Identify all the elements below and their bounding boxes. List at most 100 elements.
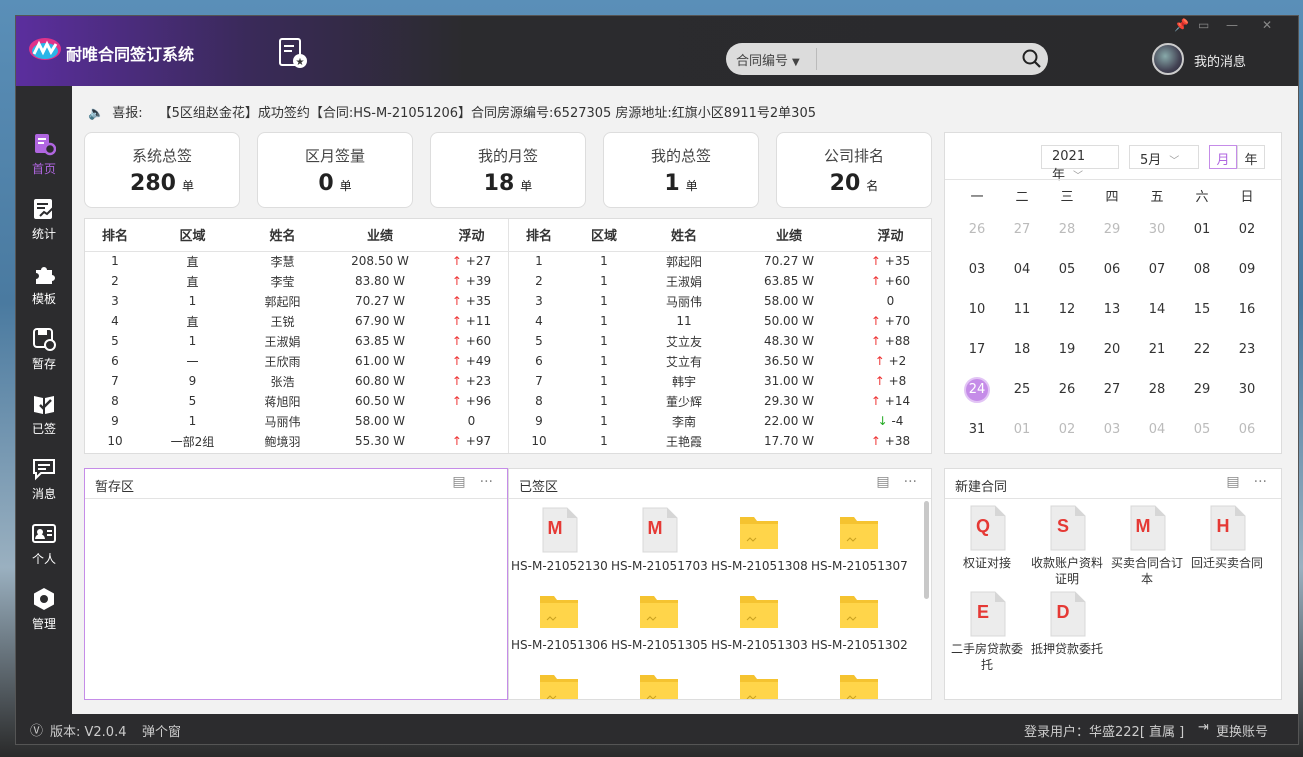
search-icon[interactable] (1022, 49, 1042, 69)
calendar-day[interactable]: 30 (1227, 377, 1267, 403)
table-row[interactable]: 6 1 艾立有 36.50 W ↑ +2 (509, 351, 932, 371)
search-input[interactable] (824, 47, 1014, 71)
grid-view-icon[interactable]: ▤ (1226, 474, 1239, 490)
table-row[interactable]: 10 1 王艳霞 17.70 W ↑ +38 (509, 431, 932, 451)
signed-file-item[interactable]: HS-M-21051307 (811, 507, 908, 573)
calendar-day[interactable]: 28 (1137, 377, 1177, 403)
table-row[interactable]: 10 一部2组 鲍境羽 55.30 W ↑ +97 (85, 431, 508, 451)
year-select[interactable]: 2021年 ﹀ (1041, 145, 1119, 183)
calendar-day[interactable]: 30 (1137, 217, 1177, 243)
search-type-dropdown[interactable]: 合同编号 ▼ (736, 50, 800, 69)
more-icon[interactable]: ··· (904, 474, 917, 490)
table-row[interactable]: 2 1 王淑娟 63.85 W ↑ +60 (509, 271, 932, 291)
sidebar-item-home[interactable]: 首页 (16, 128, 72, 188)
calendar-day[interactable]: 06 (1092, 257, 1132, 283)
sidebar-item-signed[interactable]: 已签 (16, 388, 72, 448)
calendar-day[interactable]: 17 (957, 337, 997, 363)
table-row[interactable]: 8 5 蒋旭阳 60.50 W ↑ +96 (85, 391, 508, 411)
more-icon[interactable]: ··· (1254, 474, 1267, 490)
calendar-day[interactable]: 13 (1092, 297, 1132, 323)
skin-icon[interactable]: ▭ (1198, 18, 1209, 32)
column-header[interactable]: 浮动 (849, 219, 932, 252)
calendar-day[interactable]: 01 (1182, 217, 1222, 243)
calendar-day[interactable]: 18 (1002, 337, 1042, 363)
new-contract-template[interactable]: H 回迁买卖合同 (1187, 505, 1267, 571)
signed-file-item[interactable]: HS-M-21051302 (811, 586, 908, 652)
sidebar-item-personal[interactable]: 个人 (16, 518, 72, 578)
table-row[interactable]: 5 1 艾立友 48.30 W ↑ +88 (509, 331, 932, 351)
table-row[interactable]: 7 9 张浩 60.80 W ↑ +23 (85, 371, 508, 391)
calendar-day[interactable]: 31 (957, 417, 997, 443)
calendar-day[interactable]: 21 (1137, 337, 1177, 363)
column-header[interactable]: 业绩 (325, 219, 435, 252)
more-icon[interactable]: ··· (480, 474, 493, 490)
sidebar-item-templates[interactable]: 模板 (16, 258, 72, 318)
table-row[interactable]: 6 一 王欣雨 61.00 W ↑ +49 (85, 351, 508, 371)
signed-file-item[interactable]: HS-M-21051305 (611, 586, 708, 652)
calendar-day[interactable]: 20 (1092, 337, 1132, 363)
calendar-day[interactable]: 12 (1047, 297, 1087, 323)
table-row[interactable]: 9 1 李南 22.00 W ↓ -4 (509, 411, 932, 431)
calendar-day[interactable]: 23 (1227, 337, 1267, 363)
signed-file-item[interactable]: HS-M-21051303 (711, 586, 808, 652)
signed-file-item[interactable]: HS-M-21051308 (711, 507, 808, 573)
calendar-day[interactable]: 03 (957, 257, 997, 283)
calendar-day[interactable]: 29 (1182, 377, 1222, 403)
calendar-day-today[interactable]: 24 (957, 377, 997, 403)
table-row[interactable]: 1 直 李慧 208.50 W ↑ +27 (85, 251, 508, 271)
table-row[interactable]: 3 1 郭起阳 70.27 W ↑ +35 (85, 291, 508, 311)
sidebar-item-messages[interactable]: 消息 (16, 453, 72, 513)
signed-file-item[interactable]: HS-M-21051306 (511, 586, 608, 652)
sidebar-item-admin[interactable]: 管理 (16, 583, 72, 643)
signed-file-item[interactable] (711, 665, 807, 699)
column-header[interactable]: 排名 (85, 219, 145, 252)
signed-file-item[interactable] (811, 665, 907, 699)
calendar-day[interactable]: 02 (1047, 417, 1087, 443)
minimize-icon[interactable]: — (1226, 18, 1238, 32)
calendar-day[interactable]: 25 (1002, 377, 1042, 403)
calendar-day[interactable]: 03 (1092, 417, 1132, 443)
pin-icon[interactable]: 📌 (1174, 18, 1189, 32)
calendar-day[interactable]: 27 (1092, 377, 1132, 403)
column-header[interactable]: 区域 (145, 219, 240, 252)
table-row[interactable]: 5 1 王淑娟 63.85 W ↑ +60 (85, 331, 508, 351)
calendar-day[interactable]: 29 (1092, 217, 1132, 243)
table-row[interactable]: 7 1 韩宇 31.00 W ↑ +8 (509, 371, 932, 391)
calendar-day[interactable]: 04 (1002, 257, 1042, 283)
new-contract-template[interactable]: E 二手房贷款委托 (947, 591, 1027, 673)
mode-year-button[interactable]: 年 (1237, 145, 1265, 169)
calendar-day[interactable]: 19 (1047, 337, 1087, 363)
calendar-day[interactable]: 22 (1182, 337, 1222, 363)
sidebar-item-stats[interactable]: 统计 (16, 193, 72, 253)
calendar-day[interactable]: 16 (1227, 297, 1267, 323)
column-header[interactable]: 姓名 (639, 219, 729, 252)
column-header[interactable]: 姓名 (240, 219, 325, 252)
calendar-day[interactable]: 01 (1002, 417, 1042, 443)
column-header[interactable]: 浮动 (435, 219, 508, 252)
signed-file-item[interactable]: M HS-M-21051703 (611, 507, 708, 573)
calendar-day[interactable]: 11 (1002, 297, 1042, 323)
month-select[interactable]: 5月 ﹀ (1129, 145, 1199, 169)
column-header[interactable]: 排名 (509, 219, 569, 252)
calendar-day[interactable]: 15 (1182, 297, 1222, 323)
logout-icon[interactable]: ⇥ (1198, 720, 1209, 735)
table-row[interactable]: 4 直 王锐 67.90 W ↑ +11 (85, 311, 508, 331)
calendar-day[interactable]: 09 (1227, 257, 1267, 283)
table-row[interactable]: 4 1 11 50.00 W ↑ +70 (509, 311, 932, 331)
mode-month-button[interactable]: 月 (1209, 145, 1237, 169)
calendar-day[interactable]: 10 (957, 297, 997, 323)
calendar-day[interactable]: 06 (1227, 417, 1267, 443)
close-icon[interactable]: ✕ (1262, 18, 1272, 32)
table-row[interactable]: 9 1 马丽伟 58.00 W 0 (85, 411, 508, 431)
avatar[interactable] (1152, 43, 1184, 75)
calendar-day[interactable]: 05 (1047, 257, 1087, 283)
calendar-day[interactable]: 02 (1227, 217, 1267, 243)
popup-link[interactable]: 弹个窗 (142, 721, 181, 740)
grid-view-icon[interactable]: ▤ (876, 474, 889, 490)
table-row[interactable]: 3 1 马丽伟 58.00 W 0 (509, 291, 932, 311)
column-header[interactable]: 业绩 (729, 219, 849, 252)
calendar-day[interactable]: 05 (1182, 417, 1222, 443)
table-row[interactable]: 1 1 郭起阳 70.27 W ↑ +35 (509, 251, 932, 271)
grid-view-icon[interactable]: ▤ (452, 474, 465, 490)
calendar-day[interactable]: 27 (1002, 217, 1042, 243)
